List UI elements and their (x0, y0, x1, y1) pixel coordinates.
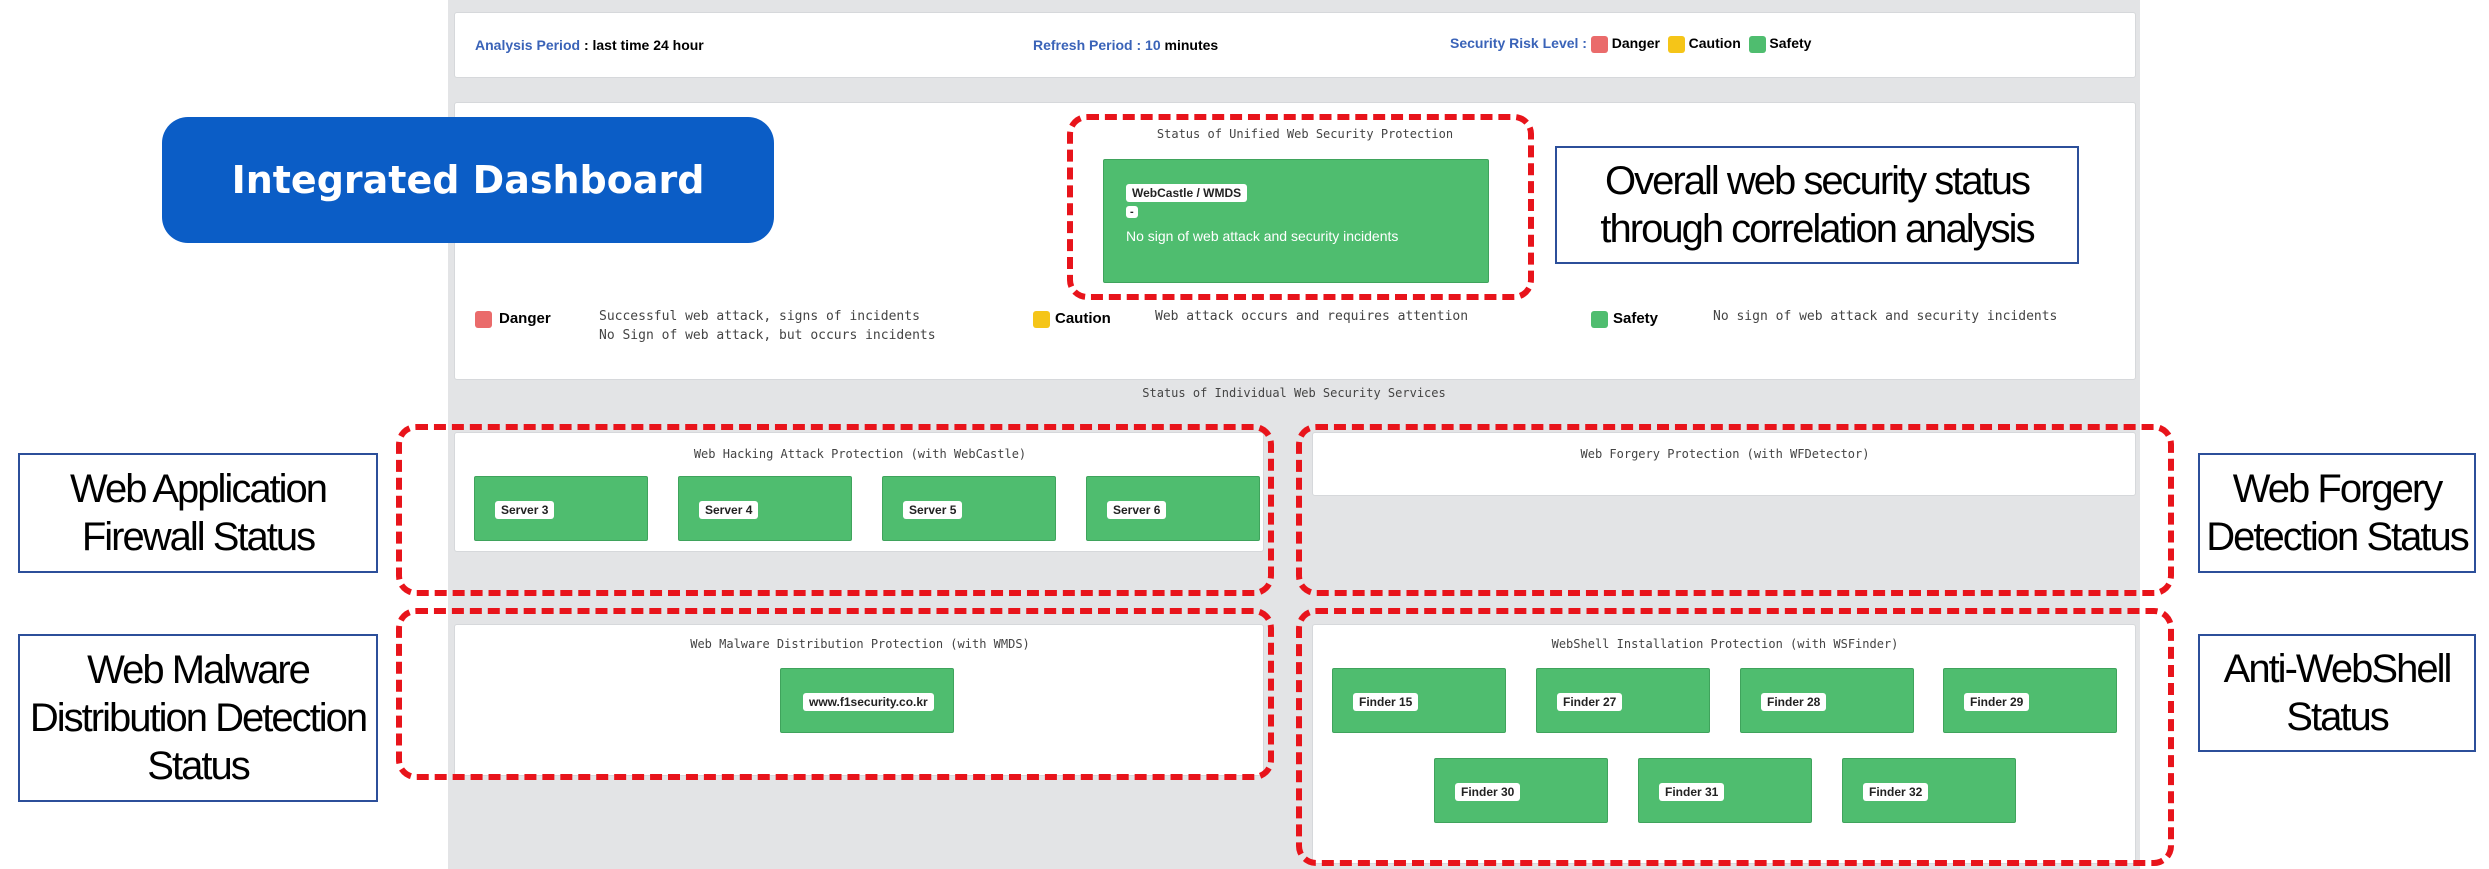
unified-status-highlight (1067, 114, 1534, 300)
refresh-period-label: Refresh Period : (1033, 37, 1142, 53)
waf-status-callout: Web Application Firewall Status (18, 453, 378, 573)
web-malware-highlight (396, 608, 1274, 780)
webshell-callout-line2: Status (2286, 695, 2389, 739)
header-bar: Analysis Period : last time 24 hour Refr… (454, 12, 2136, 78)
webshell-callout-line1: Anti-WebShell (2223, 647, 2453, 691)
malware-callout-line1: Web Malware (87, 648, 311, 692)
forgery-status-callout: Web Forgery Detection Status (2198, 453, 2476, 573)
risk-level-label: Security Risk Level : (1450, 35, 1587, 51)
analysis-period: Analysis Period : last time 24 hour (475, 37, 704, 53)
legend-danger-line2: No Sign of web attack, but occurs incide… (599, 328, 936, 343)
legend-danger-title: Danger (499, 310, 551, 327)
web-hacking-highlight (396, 424, 1274, 596)
legend-safety-desc: No sign of web attack and security incid… (1713, 309, 2058, 324)
risk-level-safety: Safety (1769, 35, 1812, 51)
safety-swatch-icon (1748, 35, 1766, 53)
waf-callout-line2: Firewall Status (81, 515, 316, 559)
legend-caution-desc: Web attack occurs and requires attention (1155, 309, 1469, 324)
overall-status-callout: Overall web security status through corre… (1555, 146, 2079, 264)
forgery-callout-line2: Detection Status (2206, 515, 2469, 559)
refresh-period-unit: minutes (1164, 37, 1219, 53)
legend-danger-line1: Successful web attack, signs of incident… (599, 309, 920, 324)
webshell-highlight (1296, 608, 2174, 866)
overall-callout-line1: Overall web security status (1605, 159, 2031, 203)
web-forgery-highlight (1296, 424, 2174, 596)
analysis-period-value: last time 24 hour (592, 37, 704, 53)
waf-callout-line1: Web Application (69, 467, 328, 511)
risk-level-danger: Danger (1611, 35, 1660, 51)
legend-safety-icon (1591, 311, 1608, 328)
banner-title: Integrated Dashboard (231, 158, 705, 202)
security-risk-level: Security Risk Level : Danger Caution Saf… (1450, 35, 1811, 53)
refresh-period-number: 10 (1145, 37, 1161, 53)
overall-callout-line2: through correlation analysis (1600, 207, 2035, 251)
individual-services-title: Status of Individual Web Security Servic… (1142, 386, 1446, 400)
legend-safety-title: Safety (1613, 310, 1659, 327)
legend-danger-icon (475, 311, 492, 328)
legend-caution-title: Caution (1055, 310, 1111, 327)
forgery-callout-line1: Web Forgery (2232, 467, 2443, 511)
integrated-dashboard-banner: Integrated Dashboard (162, 117, 774, 243)
analysis-period-label: Analysis Period (475, 37, 581, 53)
caution-swatch-icon (1667, 35, 1685, 53)
malware-callout-line2: Distribution Detection (29, 696, 368, 740)
legend-caution-icon (1033, 311, 1050, 328)
refresh-period: Refresh Period : 10 minutes (1033, 37, 1218, 53)
risk-level-caution: Caution (1688, 35, 1741, 51)
malware-callout-line3: Status (147, 744, 250, 788)
malware-status-callout: Web Malware Distribution Detection Status (18, 634, 378, 802)
webshell-status-callout: Anti-WebShell Status (2198, 634, 2476, 752)
danger-swatch-icon (1590, 35, 1608, 53)
